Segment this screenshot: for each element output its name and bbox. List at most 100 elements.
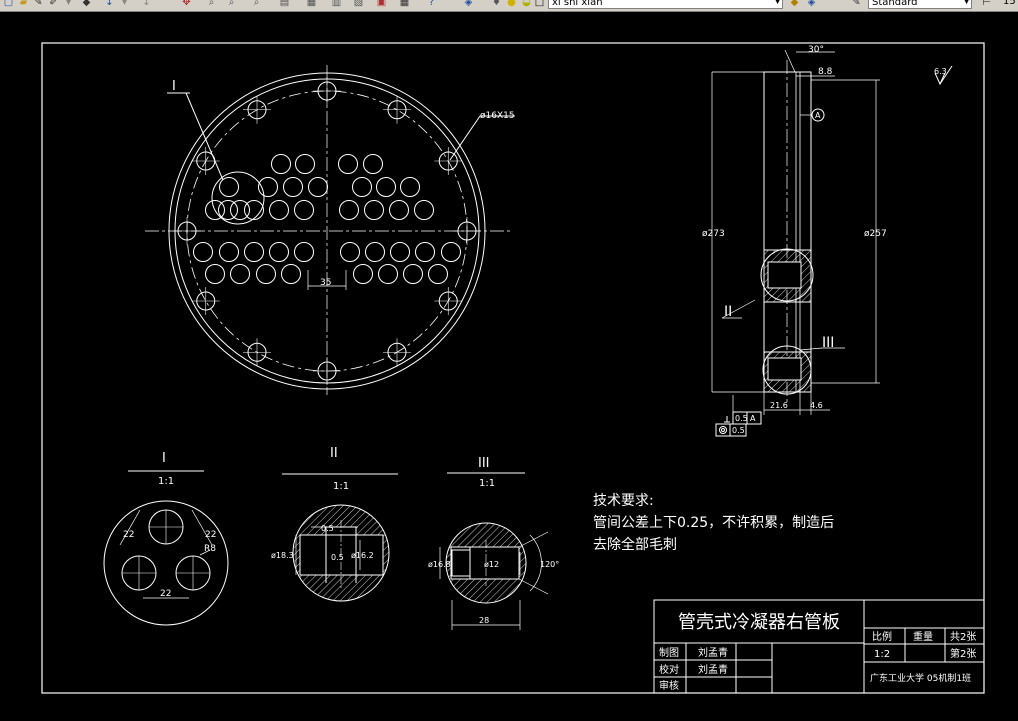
chevron-down-icon: ▼	[963, 0, 970, 6]
layer-dropdown[interactable]: xi shi xian ▼	[548, 0, 783, 9]
bolt-hole	[173, 217, 201, 245]
detail-I-r8: R8	[204, 544, 216, 554]
bolt-hole	[191, 287, 220, 315]
title-part-name: 管壳式冷凝器右管板	[678, 612, 840, 633]
bolt-hole	[383, 338, 411, 367]
title-sheets-total: 共2张	[950, 631, 976, 643]
tube-hole	[230, 200, 250, 220]
match-icon[interactable]: ◆	[80, 0, 93, 9]
tube-hole	[269, 200, 289, 220]
tube-hole	[415, 242, 435, 262]
drawing-canvas[interactable]: I ø16X15 35 30° 8.8 A 6.3 ø273 ø257 21.6…	[0, 12, 1018, 717]
lock-icon[interactable]: ◒	[520, 0, 533, 9]
redo-icon[interactable]: ▾	[118, 0, 131, 9]
tube-hole	[376, 177, 396, 197]
dim-d257-text: ø257	[864, 229, 887, 239]
bulb-icon[interactable]: ♦	[490, 0, 503, 9]
color-swatch-icon[interactable]: □	[533, 0, 546, 9]
title-drawn-label: 制图	[659, 646, 679, 659]
dim-style-icon[interactable]: ⊢	[980, 0, 993, 9]
tube-hole	[340, 242, 360, 262]
fcf-perp-datum: A	[750, 414, 756, 423]
tool-palette-icon[interactable]: ▥	[330, 0, 343, 9]
new-file-icon[interactable]: ▢	[2, 0, 15, 9]
properties-icon[interactable]: ▤	[278, 0, 291, 9]
fcf-pos-tol: 0.5	[732, 426, 745, 435]
bolt-hole	[313, 77, 341, 105]
dim-35-text: 35	[320, 278, 331, 288]
tube-hole	[193, 242, 213, 262]
dim-21-6-text: 21.6	[770, 401, 788, 410]
detail-III-view	[439, 472, 549, 630]
tube-hole	[338, 154, 358, 174]
dim-8-8-text: 8.8	[818, 67, 833, 77]
undo-icon[interactable]: ↓	[103, 0, 116, 9]
fcf-perp-tol: 0.5	[735, 414, 748, 423]
open-folder-icon[interactable]: ▰	[17, 0, 30, 9]
detail-I-dim-22c: 22	[160, 589, 171, 599]
title-col-scale: 比例	[872, 630, 892, 643]
detail-III-120: 120°	[540, 560, 559, 569]
detail-II-title: II	[330, 446, 338, 461]
detail-I-scale: 1:1	[158, 476, 174, 487]
markup-icon[interactable]: ▣	[375, 0, 388, 9]
tube-hole	[294, 200, 314, 220]
tube-hole	[256, 264, 276, 284]
tube-hole	[295, 154, 315, 174]
bolt-hole	[243, 95, 271, 124]
sun-icon[interactable]: ●	[505, 0, 518, 9]
bolt-hole	[383, 95, 411, 124]
tube-hole	[294, 242, 314, 262]
tube-hole	[219, 242, 239, 262]
dim-30deg-text: 30°	[808, 45, 824, 55]
text-style-icon[interactable]: ✎	[850, 0, 863, 9]
detail-III-d16: ø16.8	[428, 560, 451, 569]
tube-hole	[205, 264, 225, 284]
bolt-hole	[434, 287, 463, 315]
dim-4-6-text: 4.6	[810, 401, 823, 410]
calculator-icon[interactable]: ▦	[398, 0, 411, 9]
detail-I-dim-22a: 22	[123, 530, 134, 540]
tube-hole	[244, 242, 264, 262]
notes-line-2: 去除全部毛刺	[593, 536, 677, 553]
brush-icon[interactable]: ✐	[47, 0, 60, 9]
zoom-previous-icon[interactable]: ⌕	[250, 0, 263, 9]
more-icon[interactable]: ▾	[62, 0, 75, 9]
detail-II-scale: 1:1	[333, 481, 349, 492]
layers-icon[interactable]: ◈	[462, 0, 475, 9]
tube-hole	[352, 177, 372, 197]
bolt-hole	[434, 147, 463, 175]
title-org: 广东工业大学 05机制1班	[870, 672, 971, 684]
make-current-icon[interactable]: ◆	[788, 0, 801, 9]
bolt-hole	[191, 147, 220, 175]
zoom-window-icon[interactable]: ⌕	[225, 0, 238, 9]
detail-III-scale: 1:1	[479, 478, 495, 489]
redo2-icon[interactable]: ↓	[140, 0, 153, 9]
text-style-dropdown[interactable]: Standard ▼	[868, 0, 972, 9]
tube-hole	[403, 264, 423, 284]
bolt-hole	[243, 338, 271, 367]
title-scale-val: 1:2	[874, 649, 890, 660]
detail-II-top: 0.5	[321, 524, 334, 533]
design-center-icon[interactable]: ▦	[305, 0, 318, 9]
help-icon[interactable]: ?	[425, 0, 438, 9]
dim-d273-text: ø273	[702, 229, 725, 239]
pan-icon[interactable]: ✥	[180, 0, 193, 9]
tube-hole	[353, 264, 373, 284]
hole-dim-text: ø16X15	[480, 111, 515, 121]
layer-previous-icon[interactable]: ◈	[805, 0, 818, 9]
tube-hole	[283, 177, 303, 197]
tube-hole	[378, 264, 398, 284]
detail-I-label: I	[172, 79, 176, 94]
tube-hole	[308, 177, 328, 197]
detail-III-d12: ø12	[484, 560, 499, 569]
sheet-set-icon[interactable]: ▧	[352, 0, 365, 9]
tube-hole	[364, 200, 384, 220]
detail-I-leader	[185, 92, 224, 181]
drawing-frame	[41, 42, 985, 694]
edit-icon[interactable]: ✎	[32, 0, 45, 9]
detail-I-title: I	[162, 451, 166, 466]
zoom-realtime-icon[interactable]: ⌕	[205, 0, 218, 9]
layer-name: xi shi xian	[552, 0, 603, 8]
detail-II-d16: ø16.2	[351, 551, 374, 560]
